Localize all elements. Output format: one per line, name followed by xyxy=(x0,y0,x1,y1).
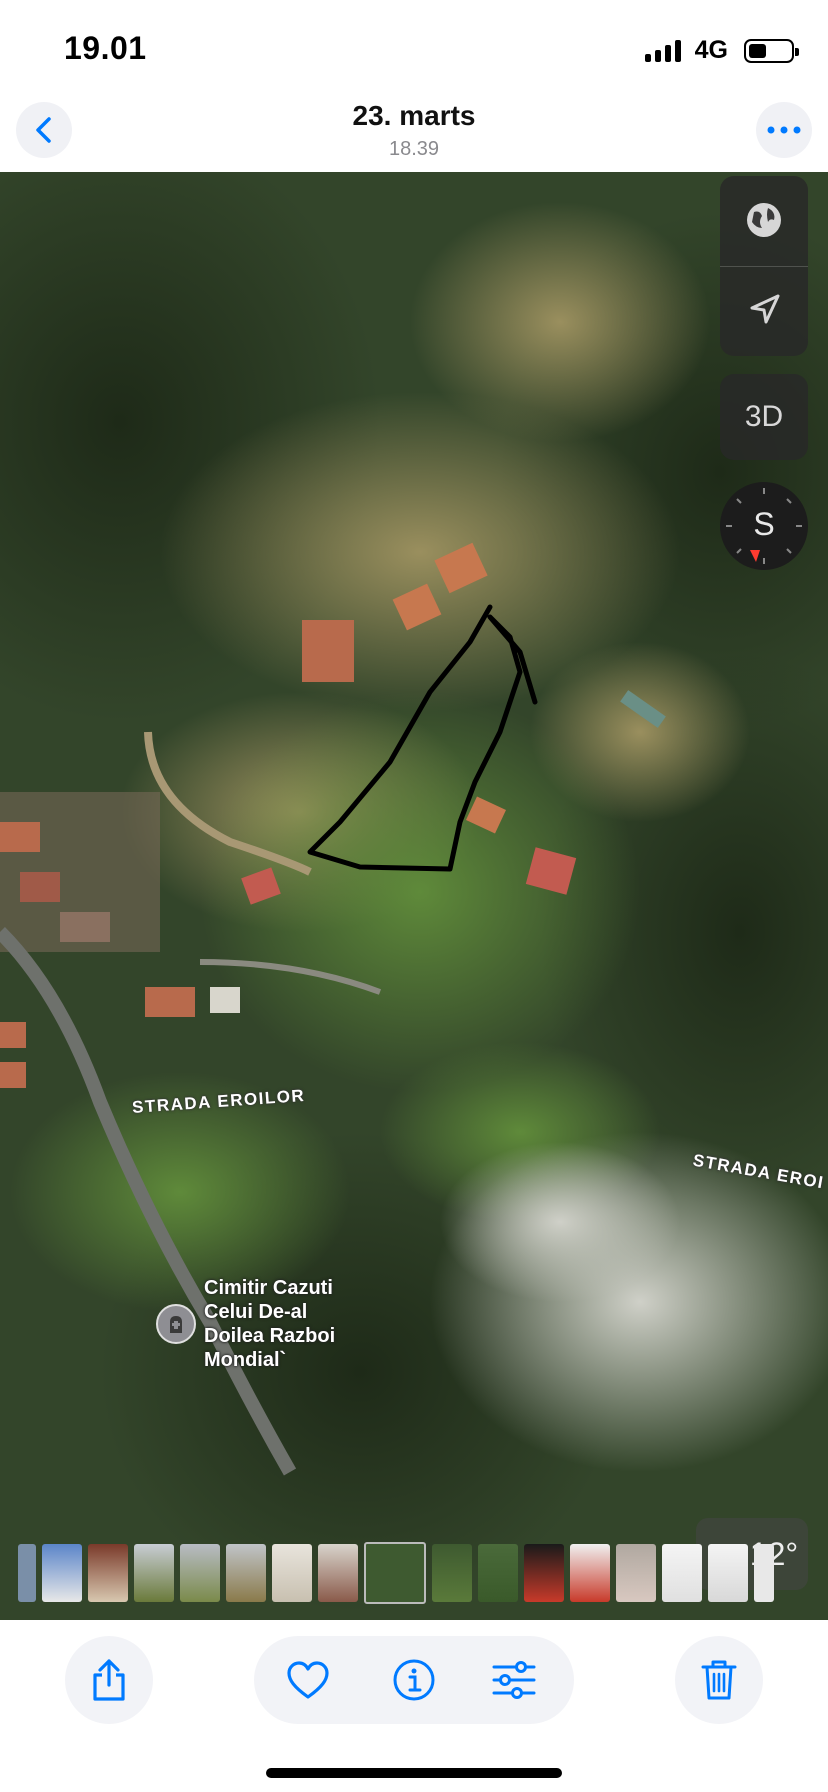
photo-date-title: 23. marts xyxy=(352,100,476,131)
favorite-button[interactable] xyxy=(284,1656,332,1704)
map-control-panel xyxy=(720,176,808,356)
share-button[interactable] xyxy=(65,1636,153,1724)
poi-label-line: Celui De-al xyxy=(204,1301,308,1323)
satellite-image xyxy=(0,172,828,1620)
ellipsis-icon xyxy=(767,126,801,134)
more-button[interactable] xyxy=(756,102,812,158)
thumbnail[interactable] xyxy=(18,1544,36,1602)
thumbnail[interactable] xyxy=(180,1544,220,1602)
satellite-map-photo[interactable]: 3D S STRADA EROILOR STRADA EROI Cimitir … xyxy=(0,172,828,1620)
thumbnail[interactable] xyxy=(42,1544,82,1602)
heart-icon xyxy=(287,1661,329,1699)
thumbnail[interactable] xyxy=(478,1544,518,1602)
thumbnail[interactable] xyxy=(616,1544,656,1602)
thumbnail[interactable] xyxy=(88,1544,128,1602)
thumbnail[interactable] xyxy=(432,1544,472,1602)
thumbnail[interactable] xyxy=(754,1544,774,1602)
share-icon xyxy=(93,1659,125,1701)
control-divider xyxy=(720,266,808,267)
thumbnail[interactable] xyxy=(272,1544,312,1602)
battery-icon xyxy=(744,38,799,63)
thumbnail[interactable] xyxy=(318,1544,358,1602)
status-bar: 19.01 4G xyxy=(0,0,828,96)
poi-label-line: Doilea Razboi xyxy=(204,1325,336,1347)
home-indicator[interactable] xyxy=(266,1768,562,1778)
thumbnail-selected[interactable] xyxy=(364,1542,426,1604)
cemetery-icon xyxy=(156,1304,196,1344)
thumbnail[interactable] xyxy=(524,1544,564,1602)
compass-ticks xyxy=(726,488,802,564)
photo-time-subtitle: 18.39 xyxy=(388,138,440,160)
status-indicators: 4G xyxy=(644,36,799,65)
poi-label-line: Mondial` xyxy=(204,1349,287,1371)
compass-icon[interactable]: S xyxy=(720,482,808,570)
network-type: 4G xyxy=(694,36,728,64)
delete-button[interactable] xyxy=(675,1636,763,1724)
signal-icon xyxy=(644,39,681,62)
thumbnail-strip xyxy=(0,1540,828,1606)
bottom-toolbar xyxy=(0,1620,828,1792)
thumbnail[interactable] xyxy=(662,1544,702,1602)
action-group xyxy=(254,1636,574,1724)
poi-cemetery[interactable]: Cimitir Cazuti Celui De-al Doilea Razboi… xyxy=(156,1276,335,1372)
globe-icon[interactable] xyxy=(742,198,786,242)
poi-label: Cimitir Cazuti Celui De-al Doilea Razboi… xyxy=(204,1276,335,1372)
sliders-icon xyxy=(492,1661,536,1699)
poi-label-line: Cimitir Cazuti xyxy=(204,1277,333,1299)
3d-toggle-button[interactable]: 3D xyxy=(720,374,808,460)
thumbnail[interactable] xyxy=(226,1544,266,1602)
thumbnail[interactable] xyxy=(134,1544,174,1602)
photo-header: 23. marts 18.39 xyxy=(0,96,828,172)
thumbnail[interactable] xyxy=(708,1544,748,1602)
trash-icon xyxy=(701,1660,737,1700)
thumbnail[interactable] xyxy=(570,1544,610,1602)
status-time: 19.01 xyxy=(64,30,147,66)
info-icon xyxy=(393,1659,435,1701)
location-arrow-icon[interactable] xyxy=(742,288,786,332)
info-button[interactable] xyxy=(390,1656,438,1704)
adjust-button[interactable] xyxy=(490,1656,538,1704)
